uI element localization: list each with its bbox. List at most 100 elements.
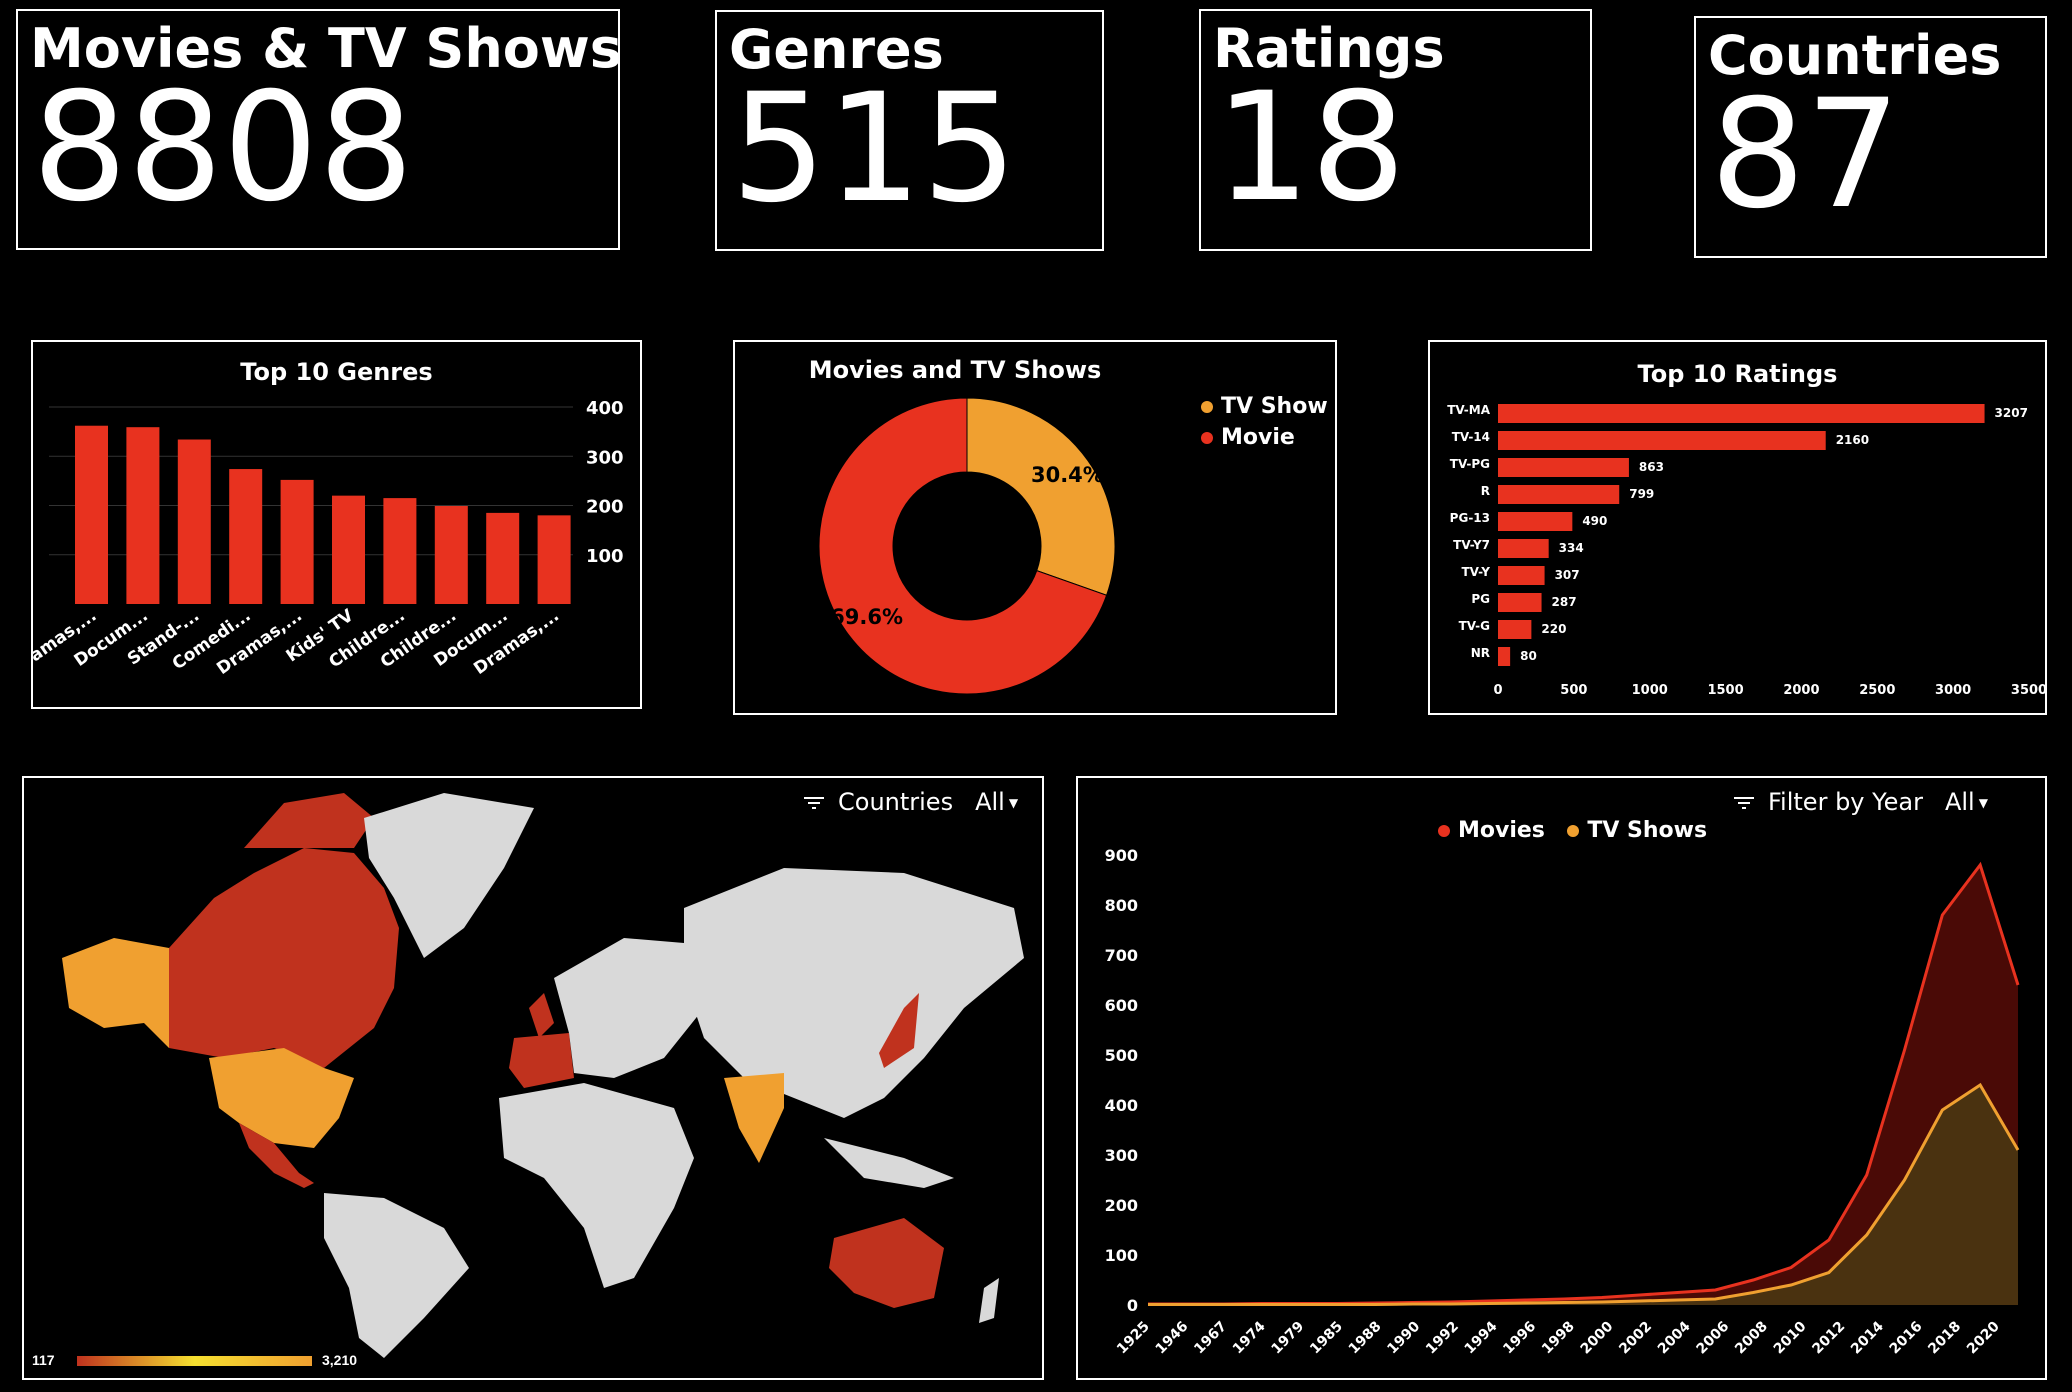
- genre-bar[interactable]: [434, 505, 468, 604]
- bar-value-label: 799: [1629, 487, 1654, 501]
- bar-value-label: 307: [1555, 568, 1580, 582]
- donut-legend: TV Show Movie: [1201, 394, 1328, 450]
- x-tick-label: 1998: [1539, 1319, 1578, 1358]
- map-country-se-asia: [824, 1138, 954, 1188]
- bar-value-label: 863: [1639, 460, 1664, 474]
- y-tick-label: 0: [1127, 1296, 1138, 1315]
- x-tick-label: 2018: [1925, 1319, 1964, 1358]
- scale-min-label: 117: [32, 1352, 55, 1368]
- x-tick-label: 1000: [1632, 683, 1668, 698]
- bar-value-label: 2160: [1836, 433, 1869, 447]
- x-tick-label: 1996: [1500, 1319, 1539, 1358]
- x-tick-label: 1990: [1384, 1318, 1423, 1357]
- bar-value-label: 3207: [1995, 406, 2028, 420]
- rating-bar[interactable]: [1498, 458, 1629, 477]
- world-map: [62, 793, 1024, 1358]
- x-tick-label: 2500: [1859, 683, 1895, 698]
- rating-bar[interactable]: [1498, 566, 1545, 585]
- kpi-card-countries: Countries 87: [1694, 16, 2047, 258]
- genre-bar[interactable]: [537, 515, 571, 604]
- x-tick-label: 2010: [1771, 1318, 1810, 1357]
- legend-label: TV Show: [1221, 394, 1328, 419]
- ratings-chart-panel: Top 10 Ratings TV-MA 3207 TV-14 2160 TV-PG 86…: [1428, 340, 2047, 715]
- x-tick-label: 1992: [1423, 1319, 1462, 1358]
- x-tick-label: 3000: [1935, 683, 1971, 698]
- genre-bar[interactable]: [229, 469, 263, 604]
- rating-bar[interactable]: [1498, 620, 1532, 639]
- kpi-card-genres: Genres 515: [715, 10, 1104, 251]
- map-country-arctic-islands: [244, 793, 374, 848]
- y-tick-label: 400: [1105, 1096, 1138, 1115]
- x-tick-label: 2012: [1809, 1319, 1848, 1358]
- kpi-card-total: Movies & TV Shows 8808: [16, 9, 622, 250]
- rating-bar[interactable]: [1498, 431, 1826, 450]
- map-country-uk: [529, 993, 554, 1038]
- scale-gradient-bar: [77, 1356, 312, 1366]
- kpi-value: 87: [1710, 68, 1901, 242]
- x-tick-label: 1985: [1307, 1319, 1346, 1358]
- rating-bar[interactable]: [1498, 404, 1985, 423]
- kpi-card-ratings: Ratings 18: [1199, 9, 1592, 251]
- x-tick-label: 2020: [1964, 1318, 2003, 1357]
- y-tick-label: R: [1481, 484, 1490, 498]
- map-country-france-spain: [509, 1033, 574, 1088]
- x-tick-label: 0: [1493, 683, 1502, 698]
- x-tick-label: 500: [1560, 683, 1587, 698]
- y-tick-label: 500: [1105, 1046, 1138, 1065]
- y-tick-label: TV-Y: [1461, 565, 1490, 579]
- genre-bar[interactable]: [177, 439, 211, 604]
- rating-bar[interactable]: [1498, 485, 1620, 504]
- bar-value-label: 334: [1559, 541, 1584, 555]
- genres-chart-panel: Top 10 Genres 100 200 300 400 Dramas,... Docu…: [31, 340, 642, 709]
- rating-bar[interactable]: [1498, 647, 1511, 666]
- slice-value-label: 30.4%: [1031, 463, 1104, 487]
- country-map-panel: Countries All ▼ 117 3,210: [22, 776, 1044, 1380]
- x-tick-label: 2008: [1732, 1319, 1771, 1358]
- map-country-alaska: [62, 938, 169, 1048]
- y-tick-label: PG: [1471, 592, 1490, 606]
- y-tick-label: 200: [586, 497, 624, 518]
- x-tick-label: 2004: [1655, 1318, 1694, 1357]
- legend-item-tv-show[interactable]: TV Show: [1201, 394, 1328, 419]
- legend-label: Movie: [1221, 425, 1295, 450]
- rating-bar[interactable]: [1498, 539, 1549, 558]
- y-tick-label: 300: [586, 447, 624, 468]
- map-country-india: [724, 1073, 784, 1163]
- map-country-usa: [209, 1048, 354, 1148]
- y-tick-label: TV-Y7: [1453, 538, 1490, 552]
- genre-bar[interactable]: [280, 479, 314, 604]
- donut-slice[interactable]: [966, 397, 1116, 596]
- legend-dot-icon: [1201, 432, 1213, 444]
- x-tick-label: 1967: [1191, 1319, 1230, 1358]
- x-tick-label: 1988: [1346, 1319, 1385, 1358]
- y-tick-label: 100: [1105, 1246, 1138, 1265]
- y-tick-label: 600: [1105, 996, 1138, 1015]
- map-country-australia: [829, 1218, 944, 1308]
- y-tick-label: TV-G: [1459, 619, 1490, 633]
- bar-value-label: 490: [1582, 514, 1607, 528]
- legend-item-movie[interactable]: Movie: [1201, 425, 1328, 450]
- y-tick-label: 300: [1105, 1146, 1138, 1165]
- x-tick-label: 2002: [1616, 1319, 1655, 1358]
- kpi-value: 8808: [32, 61, 414, 235]
- x-tick-label: 2000: [1783, 683, 1819, 698]
- y-tick-label: TV-14: [1452, 430, 1490, 444]
- genre-bar[interactable]: [486, 512, 520, 604]
- x-tick-label: 2000: [1578, 1318, 1617, 1357]
- genre-bar[interactable]: [75, 425, 108, 604]
- slice-value-label: 69.6%: [830, 605, 903, 629]
- x-tick-label: 2016: [1887, 1319, 1926, 1358]
- x-tick-label: 1979: [1269, 1319, 1308, 1358]
- genres-bar-chart: 100200300400Dramas,...Docum...Stand-...C…: [33, 398, 624, 679]
- rating-bar[interactable]: [1498, 512, 1573, 531]
- timeline-chart-panel: Filter by Year All ▼ Movies TV Shows 0 100 2…: [1076, 776, 2047, 1380]
- genre-bar[interactable]: [383, 498, 417, 604]
- scale-max-label: 3,210: [322, 1352, 358, 1368]
- genre-bar[interactable]: [332, 495, 365, 604]
- genre-bar[interactable]: [126, 427, 160, 604]
- map-country-canada: [169, 848, 399, 1068]
- rating-bar[interactable]: [1498, 593, 1542, 612]
- y-tick-label: 400: [586, 398, 624, 419]
- map-color-scale: 117 3,210: [32, 1352, 357, 1372]
- y-tick-label: 900: [1105, 846, 1138, 865]
